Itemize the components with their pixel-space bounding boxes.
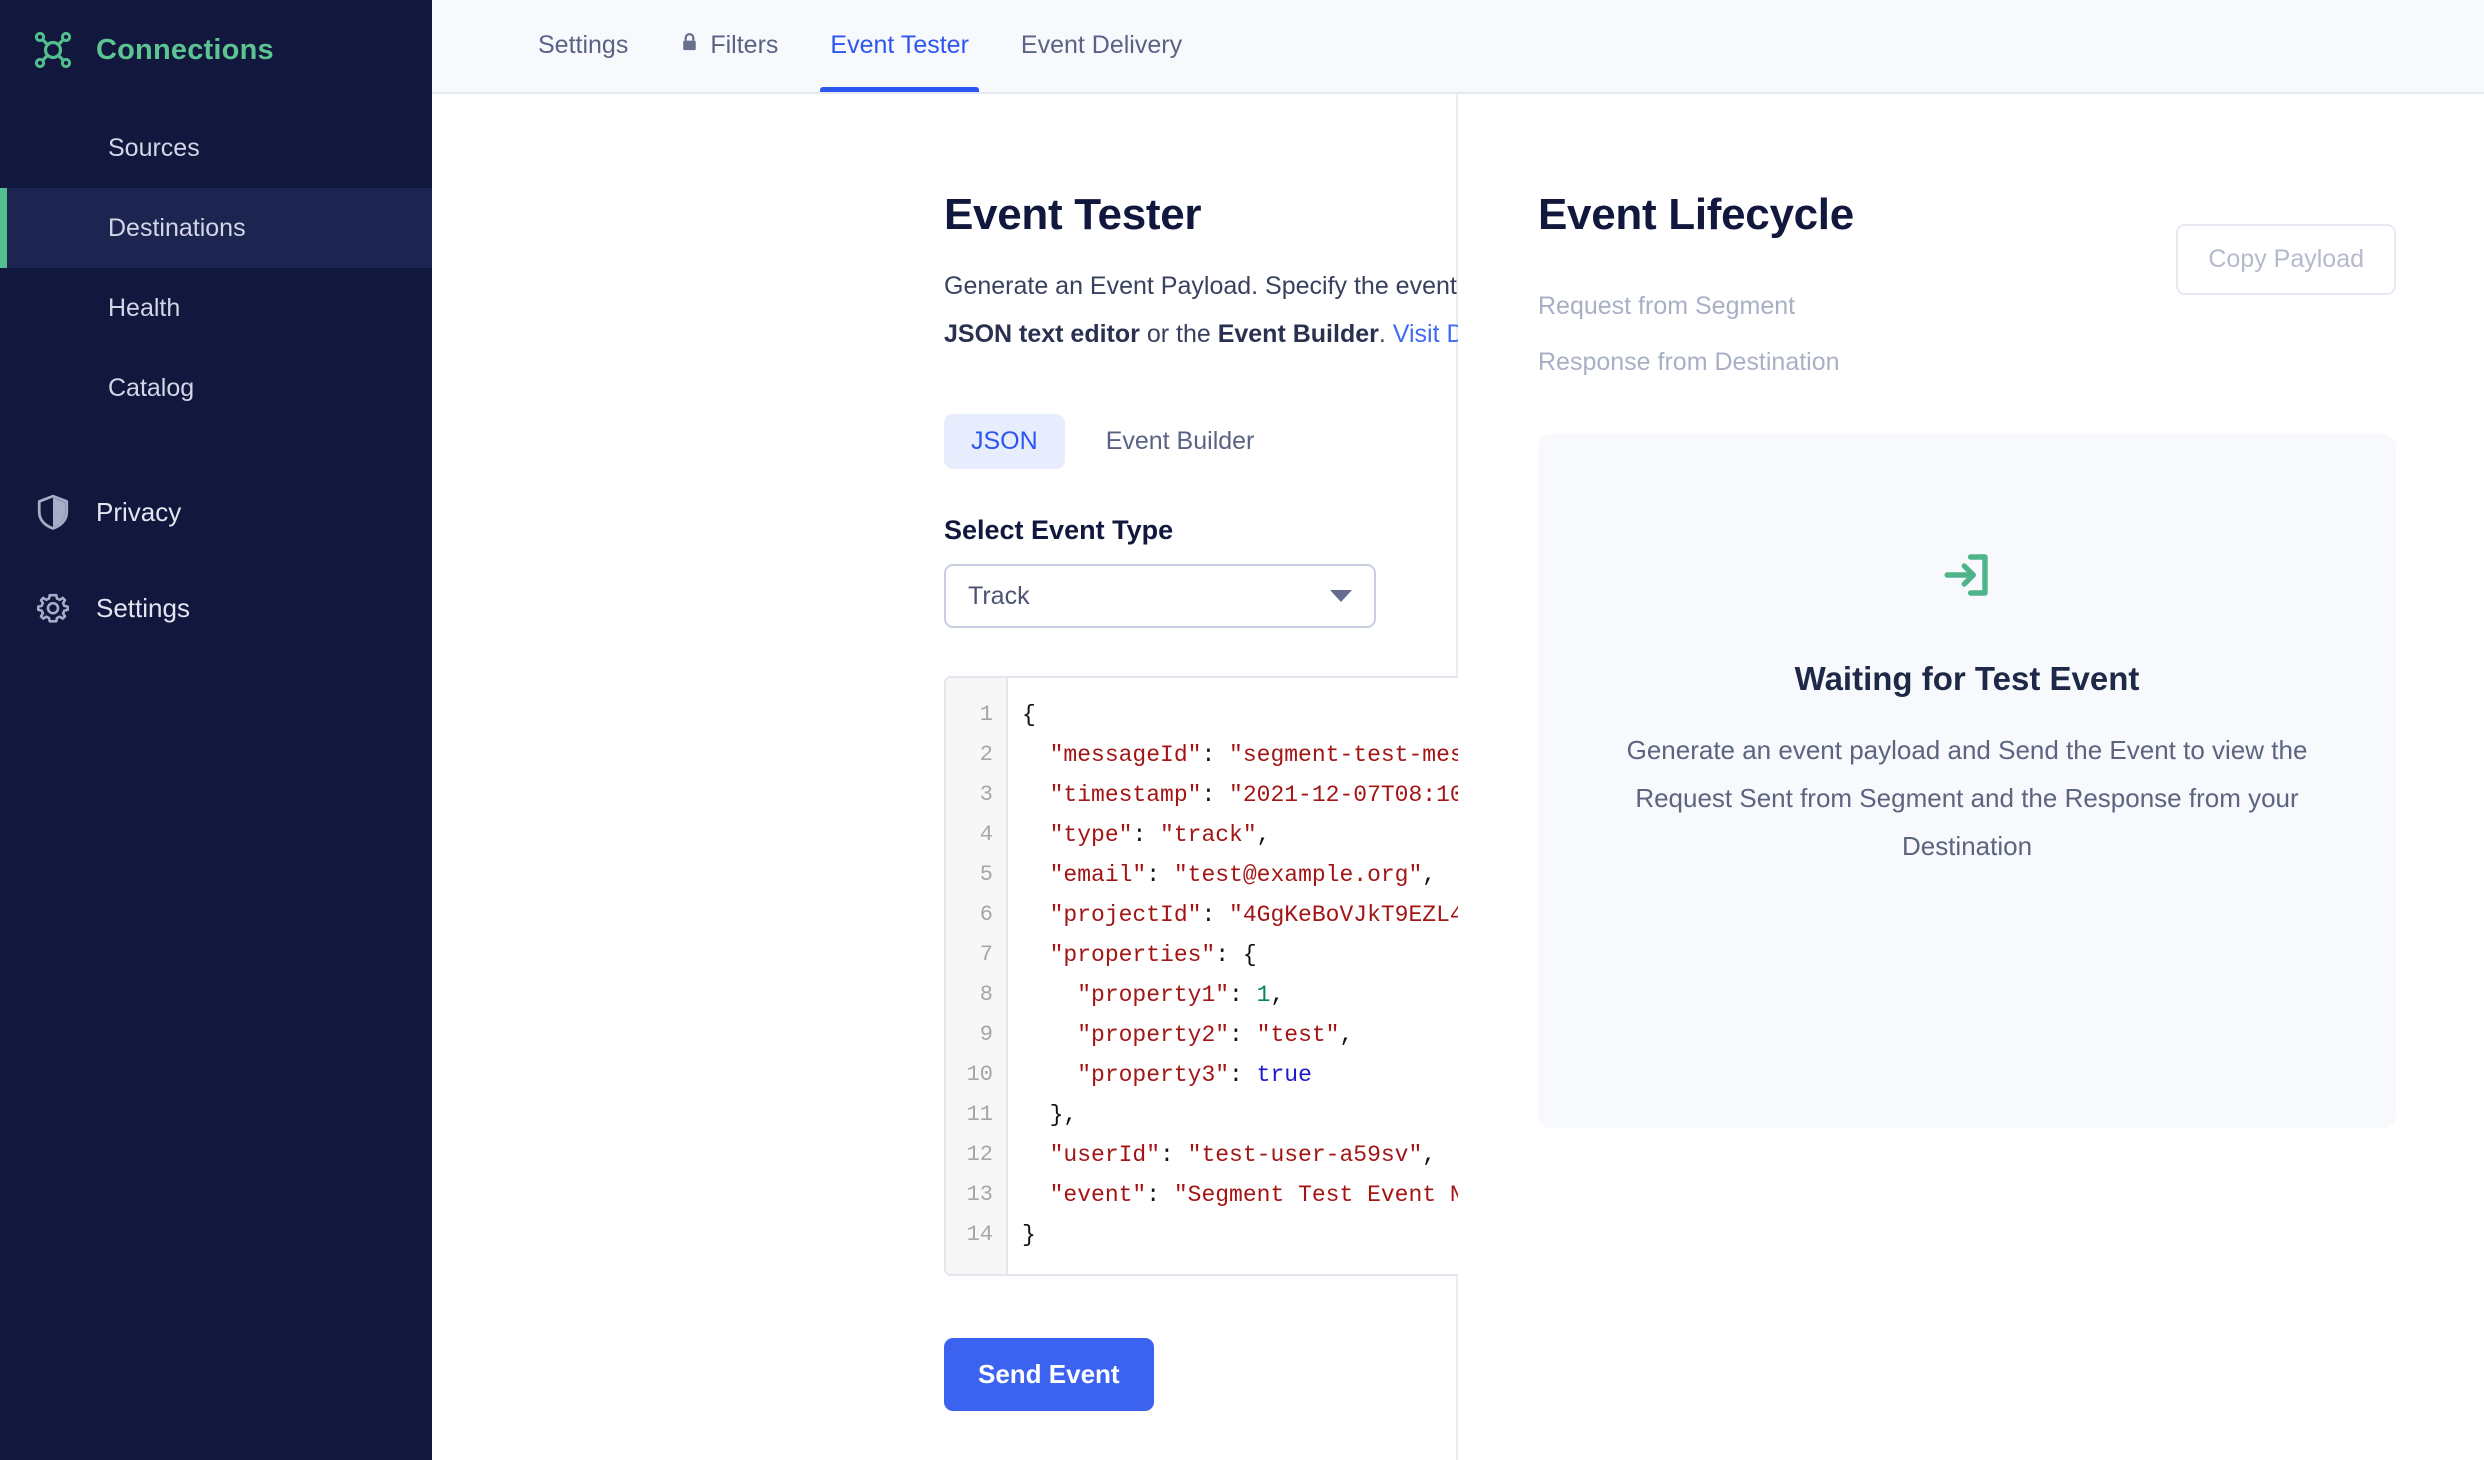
sidebar-nav: Sources Destinations Health Catalog	[0, 108, 432, 428]
tab-bar: Settings Filters Event Tester Event Deli…	[432, 0, 2484, 94]
brand[interactable]: Connections	[0, 0, 432, 100]
editor-line-number: 5	[979, 862, 993, 887]
sidebar-item-health[interactable]: Health	[0, 268, 432, 348]
sidebar-item-label: Settings	[96, 592, 190, 623]
editor-line-number: 9	[979, 1022, 993, 1047]
sidebar-item-label: Sources	[108, 133, 200, 162]
editor-line-number: 10	[966, 1062, 993, 1087]
desc-part-3: .	[1378, 320, 1393, 348]
waiting-title: Waiting for Test Event	[1794, 660, 2140, 697]
desc-bold-json-editor: JSON text editor	[944, 320, 1140, 348]
sidebar-item-destinations[interactable]: Destinations	[0, 188, 432, 268]
sidebar-item-catalog[interactable]: Catalog	[0, 348, 432, 428]
editor-line-number: 7	[979, 942, 993, 967]
tab-label: Filters	[710, 30, 779, 59]
editor-line-number: 2	[979, 742, 993, 767]
connections-network-icon	[32, 29, 74, 71]
waiting-state-card: Waiting for Test Event Generate an event…	[1538, 434, 2396, 1128]
select-event-type-label: Select Event Type	[944, 515, 1174, 545]
sidebar: Connections Sources Destinations Health …	[0, 0, 432, 1460]
gear-icon	[32, 587, 74, 629]
toggle-event-builder-button[interactable]: Event Builder	[1079, 414, 1282, 469]
copy-payload-button[interactable]: Copy Payload	[2176, 224, 2396, 295]
app-root: Connections Sources Destinations Health …	[0, 0, 2484, 1460]
event-type-select[interactable]: Track	[944, 564, 1376, 628]
editor-line-numbers: 1 2 3 4 5 6 7 8 9 10 11 12 13 14	[946, 678, 1008, 1274]
lifecycle-steps: Request from Segment Response from Desti…	[1538, 278, 1854, 390]
sidebar-item-privacy[interactable]: Privacy	[0, 464, 432, 560]
tab-label: Event Delivery	[1020, 30, 1183, 59]
lifecycle-header: Event Lifecycle Request from Segment Res…	[1538, 190, 2396, 390]
editor-line-number: 14	[966, 1222, 993, 1247]
editor-line-number: 12	[966, 1142, 993, 1167]
sidebar-item-settings[interactable]: Settings	[0, 560, 432, 656]
content-area: Event Tester Generate an Event Payload. …	[432, 94, 2484, 1460]
event-type-select-value: Track	[968, 581, 1030, 610]
editor-line-number: 13	[966, 1182, 993, 1207]
page-title: Event Tester	[944, 190, 1202, 239]
tab-filters[interactable]: Filters	[654, 0, 804, 92]
editor-line-number: 8	[979, 982, 993, 1007]
send-event-button[interactable]: Send Event	[944, 1338, 1154, 1411]
editor-line-number: 11	[966, 1102, 993, 1127]
editor-line-number: 6	[979, 902, 993, 927]
lifecycle-step-response: Response from Destination	[1538, 348, 1840, 376]
sidebar-item-label: Privacy	[96, 496, 182, 527]
tab-event-tester[interactable]: Event Tester	[804, 0, 995, 92]
desc-bold-event-builder: Event Builder	[1217, 320, 1379, 348]
tab-label: Settings	[538, 30, 629, 59]
tab-settings[interactable]: Settings	[512, 0, 654, 92]
editor-line-number: 3	[979, 782, 993, 807]
log-in-icon	[1940, 548, 1994, 602]
event-tester-pane: Event Tester Generate an Event Payload. …	[432, 94, 1810, 1460]
tab-event-delivery[interactable]: Event Delivery	[995, 0, 1208, 92]
sidebar-item-label: Health	[108, 293, 181, 322]
waiting-description: Generate an event payload and Send the E…	[1626, 735, 2308, 861]
lifecycle-title: Event Lifecycle	[1538, 190, 1854, 239]
editor-mode-toggle: JSON Event Builder	[944, 414, 1456, 469]
lifecycle-header-text: Event Lifecycle Request from Segment Res…	[1538, 190, 1854, 390]
brand-label: Connections	[96, 33, 274, 66]
toggle-json-button[interactable]: JSON	[944, 414, 1065, 469]
desc-part-2: or the	[1139, 320, 1218, 348]
shield-icon	[32, 491, 74, 533]
main-area: Settings Filters Event Tester Event Deli…	[432, 0, 2484, 1460]
sidebar-item-sources[interactable]: Sources	[0, 108, 432, 188]
lock-icon	[680, 31, 699, 60]
editor-line-number: 4	[979, 822, 993, 847]
editor-line-number: 1	[979, 702, 993, 727]
sidebar-item-label: Destinations	[108, 213, 246, 242]
tab-label: Event Tester	[830, 30, 969, 59]
sidebar-item-label: Catalog	[108, 373, 195, 402]
lifecycle-step-request: Request from Segment	[1538, 292, 1796, 320]
chevron-down-icon	[1330, 590, 1352, 602]
event-lifecycle-pane: Event Lifecycle Request from Segment Res…	[1458, 94, 2484, 1460]
sidebar-divider-space	[0, 428, 432, 464]
